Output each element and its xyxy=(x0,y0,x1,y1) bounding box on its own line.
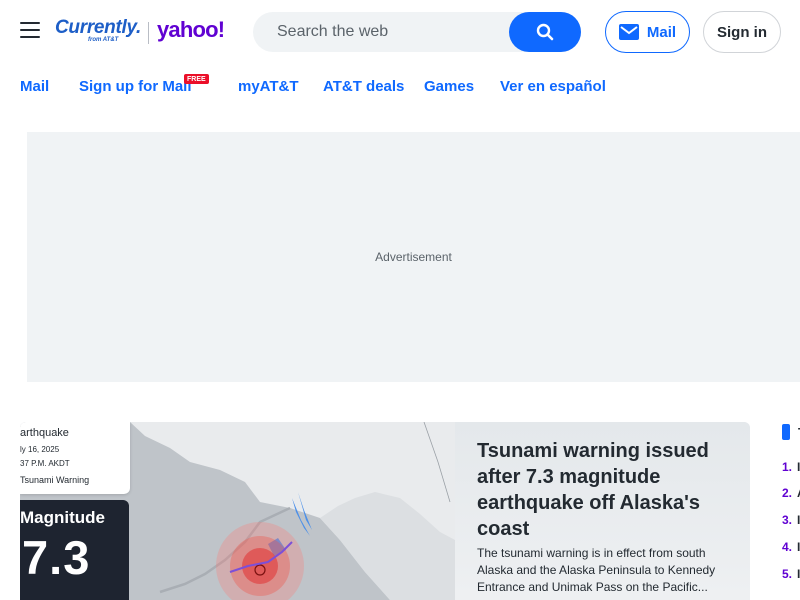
earthquake-card-title: arthquake xyxy=(20,427,69,439)
hamburger-icon[interactable] xyxy=(20,22,40,40)
advertisement-slot[interactable]: Advertisement xyxy=(27,132,800,382)
earthquake-card-date: ly 16, 2025 xyxy=(20,445,60,454)
yahoo-logo[interactable]: yahoo! xyxy=(157,17,225,43)
earthquake-info-card: arthquake ly 16, 2025 37 P.M. AKDT Tsuna… xyxy=(20,422,130,494)
trending-item-number: 1. xyxy=(782,460,793,474)
trending-sidebar: T 1. I 2. A 3. I 4. I 5. I xyxy=(780,424,800,600)
search-box xyxy=(253,12,581,52)
mail-icon xyxy=(618,24,639,40)
search-input[interactable] xyxy=(253,12,509,52)
nav-signup-mail-label: Sign up for Mail xyxy=(79,78,192,95)
mail-button[interactable]: Mail xyxy=(605,11,690,53)
nav-spanish[interactable]: Ver en español xyxy=(500,78,606,95)
free-badge: FREE xyxy=(184,74,209,84)
trending-item-number: 4. xyxy=(782,540,793,554)
hero-summary: The tsunami warning is in effect from so… xyxy=(477,546,716,594)
nav-mail[interactable]: Mail xyxy=(20,78,49,95)
search-button[interactable] xyxy=(509,12,581,52)
nav-att-deals[interactable]: AT&T deals xyxy=(323,78,404,95)
currently-logo[interactable]: Currently. xyxy=(55,17,141,39)
earthquake-card-time: 37 P.M. AKDT xyxy=(20,459,70,468)
header: Currently. from AT&T yahoo! Mail Sign in xyxy=(0,0,800,64)
trending-item-number: 2. xyxy=(782,486,793,500)
nav-games[interactable]: Games xyxy=(424,78,474,95)
logo-divider xyxy=(148,22,149,44)
advertisement-label: Advertisement xyxy=(375,250,452,264)
trending-accent-bar xyxy=(782,424,790,440)
trending-item-number: 5. xyxy=(782,567,793,581)
nav-myatt[interactable]: myAT&T xyxy=(238,78,299,95)
hero-headline[interactable]: Tsunami warning issued after 7.3 magnitu… xyxy=(477,438,737,542)
nav-signup-mail[interactable]: Sign up for Mail FREE xyxy=(79,74,209,95)
earthquake-card-warning: Tsunami Warning xyxy=(20,475,90,485)
hero-text-panel: Tsunami warning issued after 7.3 magnitu… xyxy=(455,422,750,600)
magnitude-card: Magnitude 7.3 xyxy=(20,500,129,600)
currently-logo-subtitle: from AT&T xyxy=(88,37,119,43)
signin-button[interactable]: Sign in xyxy=(703,11,781,53)
magnitude-value: 7.3 xyxy=(22,531,91,584)
mail-button-label: Mail xyxy=(646,23,677,41)
magnitude-label: Magnitude xyxy=(20,508,105,527)
search-icon xyxy=(536,23,554,41)
hero-story[interactable]: arthquake ly 16, 2025 37 P.M. AKDT Tsuna… xyxy=(20,422,750,600)
top-nav: Mail Sign up for Mail FREE myAT&T AT&T d… xyxy=(0,74,800,100)
trending-item-number: 3. xyxy=(782,513,793,527)
